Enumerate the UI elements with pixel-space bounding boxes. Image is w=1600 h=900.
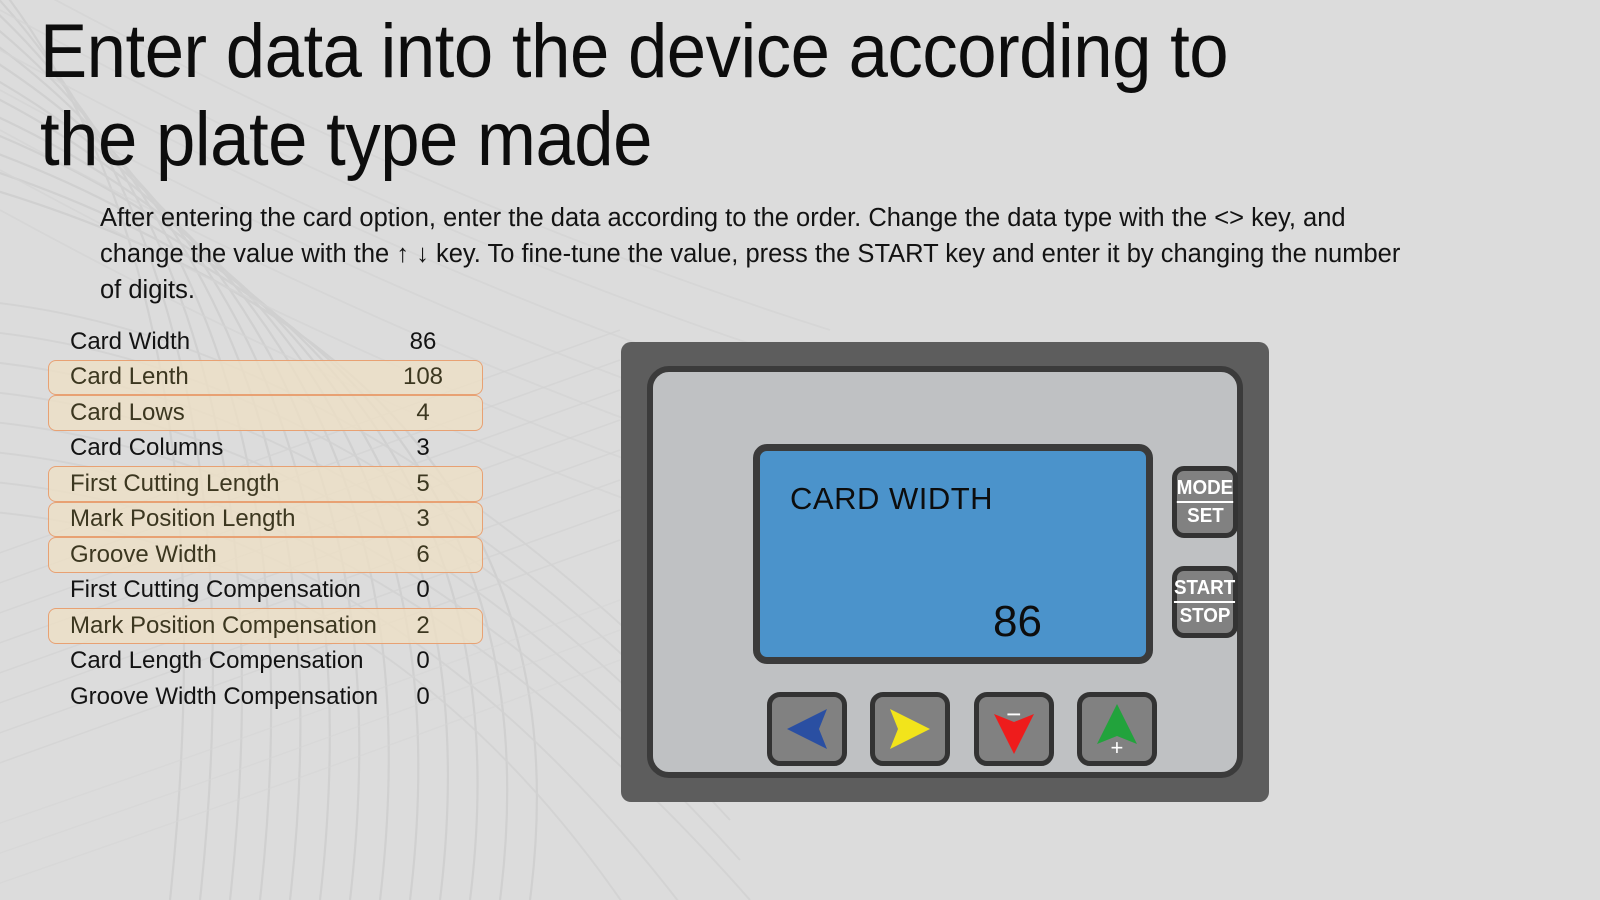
parameter-value: 5 [416,469,430,497]
parameter-label: First Cutting Compensation [70,576,361,604]
parameter-value: 0 [416,682,430,710]
parameter-label: Card Lenth [70,363,189,391]
arrow-down-minus-key[interactable]: − [973,692,1054,766]
parameter-value: 6 [416,540,430,568]
start-stop-button[interactable]: START STOP [1172,566,1238,638]
arrow-up-plus-key[interactable]: + [1076,692,1157,766]
arrow-left-key[interactable] [767,692,847,766]
parameter-value: 3 [416,434,430,462]
parameter-label: Mark Position Length [70,505,296,533]
display-title-text: CARD WIDTH [790,481,994,516]
parameter-value: 2 [416,611,430,639]
device-face: CARD WIDTH 86 MODE SET START STOP − + [647,366,1243,778]
parameter-label: Card Width [70,327,191,355]
parameter-label: Card Columns [70,434,224,462]
mode-set-button-top-label: MODE [1176,476,1234,503]
parameter-list: Card Width 86 Card Lenth 108 Card Lows 4 Card … [48,324,483,715]
mode-set-button[interactable]: MODE SET [1172,466,1238,538]
arrow-left-icon [783,707,831,751]
parameter-row: First Cutting Length 5 [48,466,483,502]
parameter-row: Card Length Compensation 0 [48,644,483,680]
arrow-right-icon [886,707,934,751]
parameter-value: 3 [416,505,430,533]
parameter-row: Card Lenth 108 [48,359,483,395]
parameter-value: 108 [402,363,444,391]
plus-sign-label: + [1110,735,1124,760]
minus-sign-label: − [1006,699,1022,729]
parameter-value: 86 [409,327,437,355]
start-stop-button-top-label: START [1174,576,1236,603]
instructions-paragraph: After entering the card option, enter th… [100,204,1401,304]
parameter-row: Mark Position Length 3 [48,501,483,537]
parameter-label: First Cutting Length [70,469,280,497]
mode-set-button-bottom-label: SET [1186,505,1224,527]
arrow-right-key[interactable] [870,692,951,766]
parameter-row: Groove Width Compensation 0 [48,679,483,715]
parameter-label: Groove Width [70,540,217,568]
parameter-row: Card Lows 4 [48,395,483,431]
parameter-row: First Cutting Compensation 0 [48,573,483,609]
parameter-row: Card Columns 3 [48,431,483,467]
start-stop-button-bottom-label: STOP [1179,605,1231,627]
parameter-value: 0 [416,576,430,604]
page-title: Enter data into the device according to … [40,9,1229,182]
parameter-label: Card Length Compensation [70,647,364,675]
parameter-value: 0 [416,647,430,675]
device-display-screen: CARD WIDTH 86 [753,444,1153,664]
parameter-row: Card Width 86 [48,324,483,360]
device-panel: CARD WIDTH 86 MODE SET START STOP − + [621,342,1269,802]
parameter-row: Mark Position Compensation 2 [48,608,483,644]
parameter-row: Groove Width 6 [48,537,483,573]
parameter-label: Mark Position Compensation [70,611,377,639]
parameter-label: Card Lows [70,398,185,426]
parameter-value: 4 [416,398,430,426]
display-value-text: 86 [993,597,1042,646]
parameter-label: Groove Width Compensation [70,682,379,710]
arrow-key-row: − + [767,692,1157,766]
